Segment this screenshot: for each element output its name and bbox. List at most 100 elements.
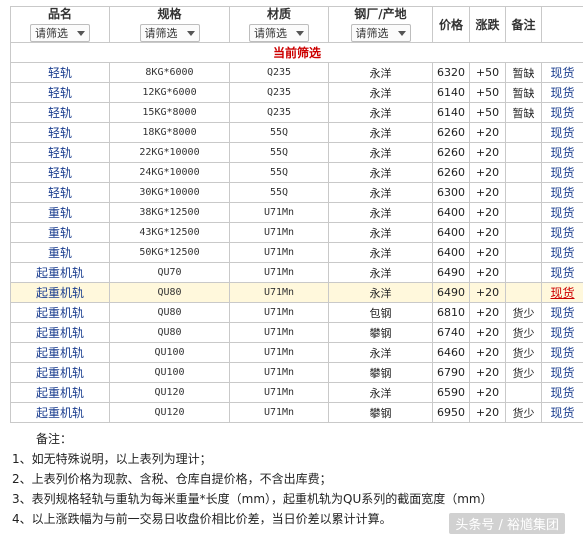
product-name-cell-text: 起重机轨	[35, 266, 84, 280]
product-name-cell: 轻轨	[10, 142, 110, 163]
stock-link-text[interactable]: 现货	[550, 266, 574, 280]
stock-link-text[interactable]: 现货	[550, 286, 574, 300]
stock-link-text[interactable]: 现货	[550, 306, 574, 320]
change-cell: +20	[469, 242, 506, 263]
product-name-cell: 起重机轨	[10, 402, 110, 423]
table-row: 轻轨 12KG*6000 Q235 永洋 6140 +50 暂缺 现货	[10, 82, 583, 103]
product-name-cell: 重轨	[10, 222, 110, 243]
change-cell-text: +20	[475, 206, 500, 219]
note-cell	[505, 282, 542, 303]
plant-cell-text: 永洋	[369, 146, 392, 160]
stock-link[interactable]: 现货	[541, 62, 583, 83]
notes-title: 备注：	[36, 432, 73, 446]
stock-link[interactable]: 现货	[541, 362, 583, 383]
chevron-down-icon	[77, 30, 85, 36]
stock-link[interactable]: 现货	[541, 142, 583, 163]
note-line: 2、上表列价格为现款、含税、仓库自提价格，不含出库费；	[12, 472, 332, 486]
filter-text: 请筛选	[254, 27, 287, 40]
price-cell: 6490	[432, 262, 470, 283]
stock-link-text[interactable]: 现货	[550, 146, 574, 160]
stock-link[interactable]: 现货	[541, 222, 583, 243]
stock-link[interactable]: 现货	[541, 102, 583, 123]
stock-link-text[interactable]: 现货	[550, 186, 574, 200]
spec-cell-text: QU120	[154, 407, 185, 418]
spec-cell: 38KG*12500	[109, 202, 230, 223]
plant-cell-text: 永洋	[369, 286, 392, 300]
price-cell-text: 6140	[437, 86, 465, 99]
price-cell-text: 6590	[437, 386, 465, 399]
filter-text: 请筛选	[144, 27, 178, 40]
material-cell: U71Mn	[229, 282, 329, 303]
stock-link-text[interactable]: 现货	[550, 326, 574, 340]
change-cell-text: +50	[475, 66, 500, 79]
plant-cell-text: 永洋	[369, 386, 392, 400]
stock-link-text[interactable]: 现货	[550, 166, 574, 180]
stock-link-text[interactable]: 现货	[550, 366, 574, 380]
stock-link-text[interactable]: 现货	[550, 86, 574, 100]
stock-link[interactable]: 现货	[541, 182, 583, 203]
stock-link[interactable]: 现货	[541, 402, 583, 423]
material-filter[interactable]: 请筛选	[249, 24, 309, 42]
spec-cell-text: QU80	[157, 287, 182, 298]
change-cell-text: +20	[475, 386, 500, 399]
plant-cell: 永洋	[328, 382, 433, 403]
stock-link[interactable]: 现货	[541, 82, 583, 103]
col-product-name: 品名 请筛选	[10, 6, 110, 43]
stock-link[interactable]: 现货	[541, 322, 583, 343]
spec-cell-text: QU100	[154, 367, 185, 378]
stock-link[interactable]: 现货	[541, 382, 583, 403]
change-cell: +50	[469, 102, 506, 123]
current-filter-row: 当前筛选	[10, 42, 583, 63]
table-row: 轻轨 15KG*8000 Q235 永洋 6140 +50 暂缺 现货	[10, 102, 583, 123]
change-cell-text: +20	[475, 406, 500, 419]
table-row: 轻轨 22KG*10000 55Q 永洋 6260 +20 现货	[10, 142, 583, 163]
product-name-cell-text: 轻轨	[47, 66, 72, 80]
change-cell-text: +50	[475, 106, 500, 119]
spec-cell: 50KG*12500	[109, 242, 230, 263]
spec-cell: QU120	[109, 402, 230, 423]
stock-link[interactable]: 现货	[541, 202, 583, 223]
stock-link[interactable]: 现货	[541, 262, 583, 283]
stock-link-text[interactable]: 现货	[550, 106, 574, 120]
col-label: 备注	[511, 18, 536, 32]
spec-cell: 12KG*6000	[109, 82, 230, 103]
change-cell: +20	[469, 142, 506, 163]
stock-link-text[interactable]: 现货	[550, 226, 574, 240]
stock-link-text[interactable]: 现货	[550, 346, 574, 360]
stock-link-text[interactable]: 现货	[550, 66, 574, 80]
price-cell: 6400	[432, 222, 470, 243]
product-name-cell-text: 起重机轨	[35, 386, 84, 400]
col-label: 品名	[47, 7, 72, 21]
price-cell: 6950	[432, 402, 470, 423]
table-row: 轻轨 24KG*10000 55Q 永洋 6260 +20 现货	[10, 162, 583, 183]
table-row: 轻轨 18KG*8000 55Q 永洋 6260 +20 现货	[10, 122, 583, 143]
chevron-down-icon	[296, 30, 304, 36]
change-cell: +20	[469, 362, 506, 383]
stock-link[interactable]: 现货	[541, 282, 583, 303]
note-cell: 暂缺	[505, 62, 542, 83]
price-cell: 6590	[432, 382, 470, 403]
stock-link[interactable]: 现货	[541, 302, 583, 323]
price-cell-text: 6260	[437, 126, 465, 139]
stock-link-text[interactable]: 现货	[550, 406, 574, 420]
plant-filter[interactable]: 请筛选	[350, 24, 411, 42]
stock-link[interactable]: 现货	[541, 122, 583, 143]
stock-link-text[interactable]: 现货	[550, 386, 574, 400]
stock-link-text[interactable]: 现货	[550, 206, 574, 220]
material-cell: U71Mn	[229, 302, 329, 323]
stock-link[interactable]: 现货	[541, 162, 583, 183]
note-cell	[505, 142, 542, 163]
stock-link-text[interactable]: 现货	[550, 126, 574, 140]
product-name-cell: 起重机轨	[10, 322, 110, 343]
plant-cell: 永洋	[328, 182, 433, 203]
spec-cell-text: 30KG*10000	[139, 187, 200, 198]
stock-link-text[interactable]: 现货	[550, 246, 574, 260]
note-cell: 货少	[505, 402, 542, 423]
spec-filter[interactable]: 请筛选	[139, 24, 200, 42]
product-name-cell: 起重机轨	[10, 362, 110, 383]
stock-link[interactable]: 现货	[541, 242, 583, 263]
plant-cell: 永洋	[328, 102, 433, 123]
spec-cell-text: 18KG*8000	[142, 127, 197, 138]
product-name-filter[interactable]: 请筛选	[30, 24, 90, 42]
stock-link[interactable]: 现货	[541, 342, 583, 363]
